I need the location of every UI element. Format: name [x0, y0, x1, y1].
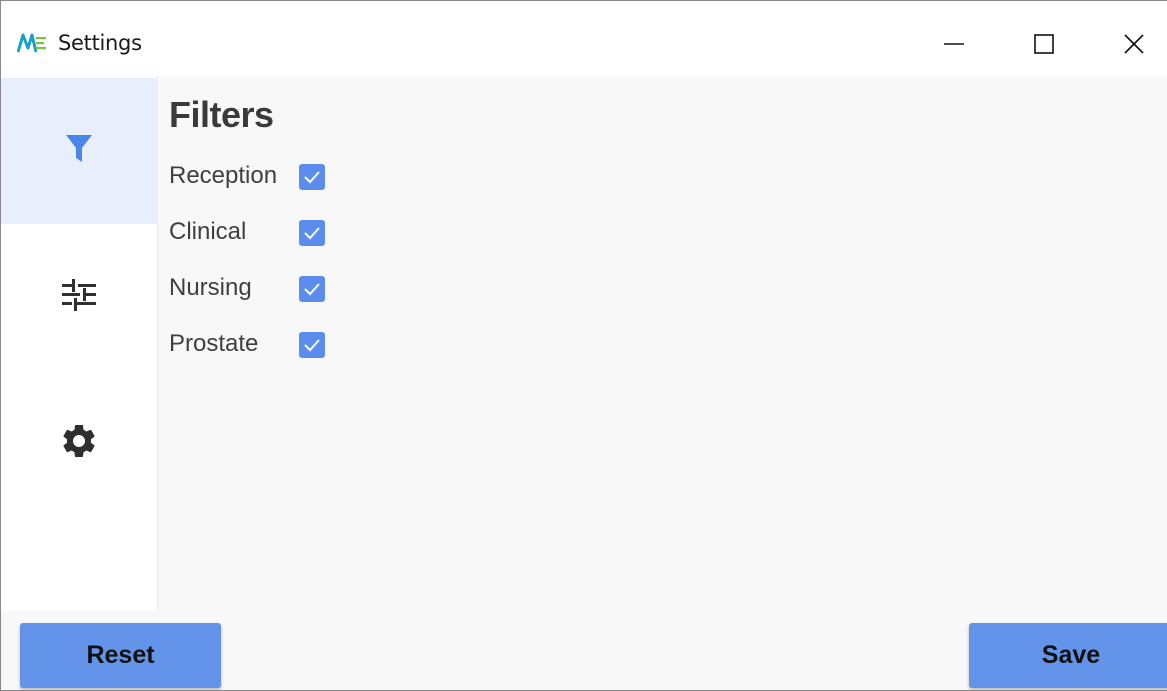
filters-panel: Filters Reception Clinical Nursing Prost…: [158, 76, 1167, 611]
filter-icon: [65, 134, 93, 169]
nursing-checkbox[interactable]: [299, 276, 325, 302]
minimize-button[interactable]: [931, 21, 977, 67]
filter-row-nursing: Nursing: [169, 273, 369, 303]
close-button[interactable]: [1111, 21, 1157, 67]
app-logo-icon: [16, 32, 47, 54]
prostate-checkbox[interactable]: [299, 332, 325, 358]
window-title: Settings: [58, 31, 142, 55]
checkmark-icon: [304, 227, 320, 240]
sidebar-item-settings[interactable]: [1, 370, 157, 516]
settings-window: Settings Filters Reception Clinical Nurs…: [0, 0, 1167, 691]
reset-button[interactable]: Reset: [20, 623, 221, 688]
checkmark-icon: [304, 339, 320, 352]
filter-row-clinical: Clinical: [169, 217, 369, 247]
page-title: Filters: [169, 94, 274, 135]
reception-checkbox[interactable]: [299, 164, 325, 190]
filter-row-prostate: Prostate: [169, 329, 369, 359]
filter-label: Reception: [169, 162, 278, 189]
filter-row-reception: Reception: [169, 161, 369, 191]
minimize-icon: [943, 33, 965, 55]
gear-icon: [59, 421, 99, 466]
footer-bar: Reset Save: [1, 611, 1167, 690]
save-button[interactable]: Save: [969, 623, 1167, 688]
title-bar: Settings: [1, 1, 1167, 76]
sidebar: [1, 76, 158, 611]
filter-label: Prostate: [169, 330, 259, 357]
sidebar-item-tuning[interactable]: [1, 224, 157, 370]
sliders-icon: [61, 278, 97, 317]
clinical-checkbox[interactable]: [299, 220, 325, 246]
checkmark-icon: [304, 171, 320, 184]
filter-label: Clinical: [169, 218, 247, 245]
maximize-button[interactable]: [1021, 21, 1067, 67]
filter-label: Nursing: [169, 274, 252, 301]
checkmark-icon: [304, 283, 320, 296]
maximize-icon: [1033, 33, 1055, 55]
sidebar-item-filters[interactable]: [1, 78, 157, 224]
close-icon: [1123, 33, 1145, 55]
